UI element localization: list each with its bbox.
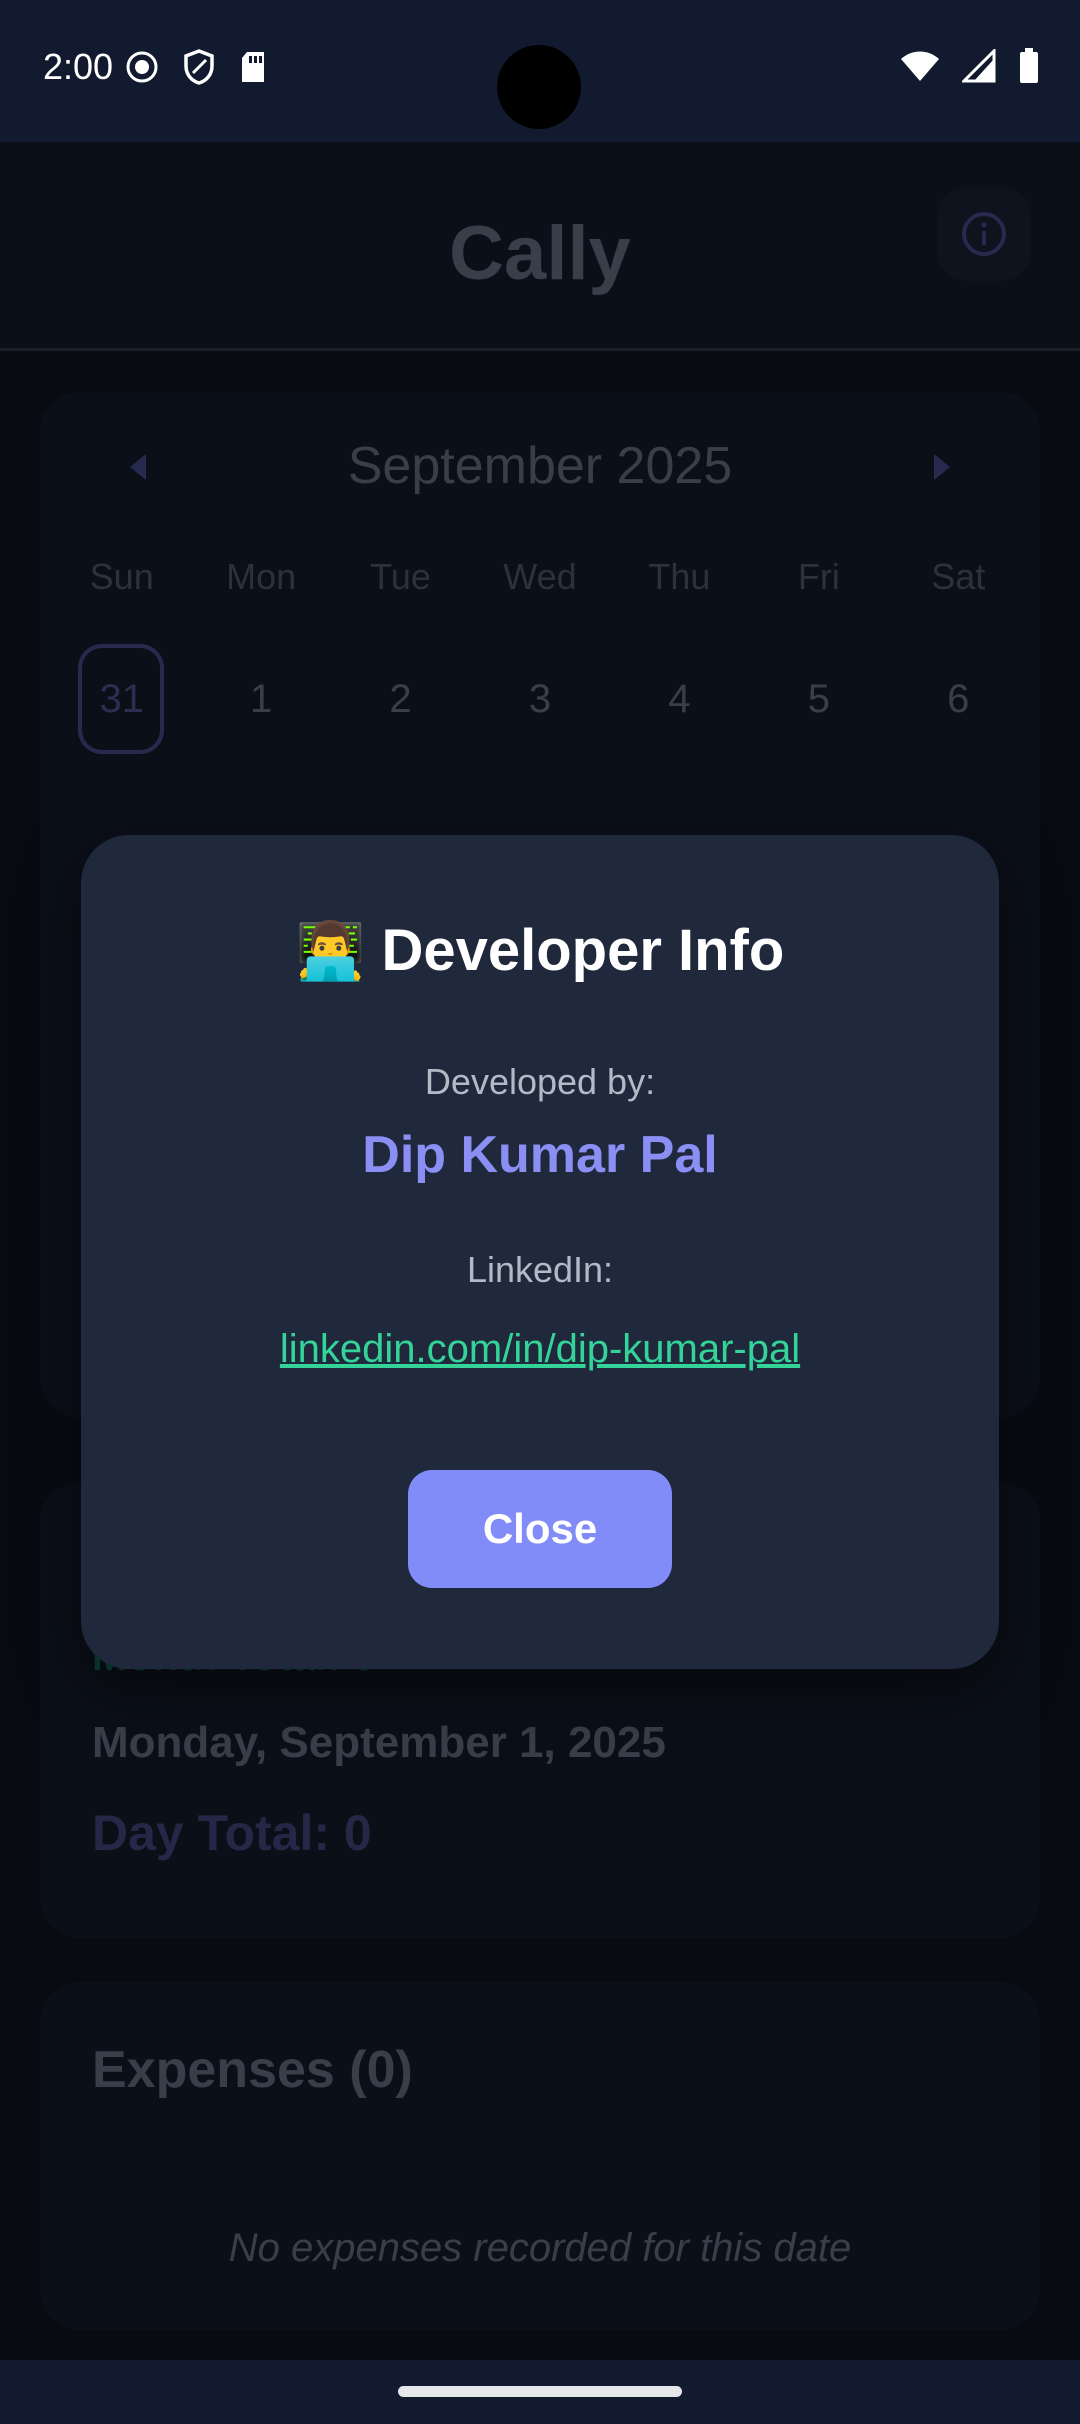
status-time: 2:00 [43, 46, 114, 87]
sd-card-icon [242, 52, 264, 82]
technologist-emoji-icon: 👨‍💻 [295, 918, 366, 982]
linkedin-label: LinkedIn: [466, 1249, 614, 1290]
close-button[interactable]: Close [408, 1470, 672, 1588]
battery-icon [1020, 48, 1038, 83]
dialog-title-text: Developer Info [381, 918, 785, 983]
linkedin-link[interactable]: linkedin.com/in/dip-kumar-pal [81, 1327, 999, 1372]
home-indicator[interactable] [398, 2386, 682, 2397]
status-bar: 2:00 [0, 0, 1080, 142]
developed-by-label: Developed by: [424, 1061, 656, 1102]
signal-icon [962, 49, 996, 83]
dialog-title: 👨‍💻 Developer Info [81, 917, 999, 984]
status-icons-left [124, 48, 268, 86]
status-icons-right [900, 48, 1040, 84]
developer-info-dialog: 👨‍💻 Developer Info Developed by: Dip Kum… [81, 835, 999, 1669]
wifi-icon [901, 51, 939, 81]
developer-name: Dip Kumar Pal [362, 1126, 718, 1184]
front-camera [497, 45, 581, 129]
record-icon [126, 51, 158, 83]
shield-icon [184, 49, 214, 85]
